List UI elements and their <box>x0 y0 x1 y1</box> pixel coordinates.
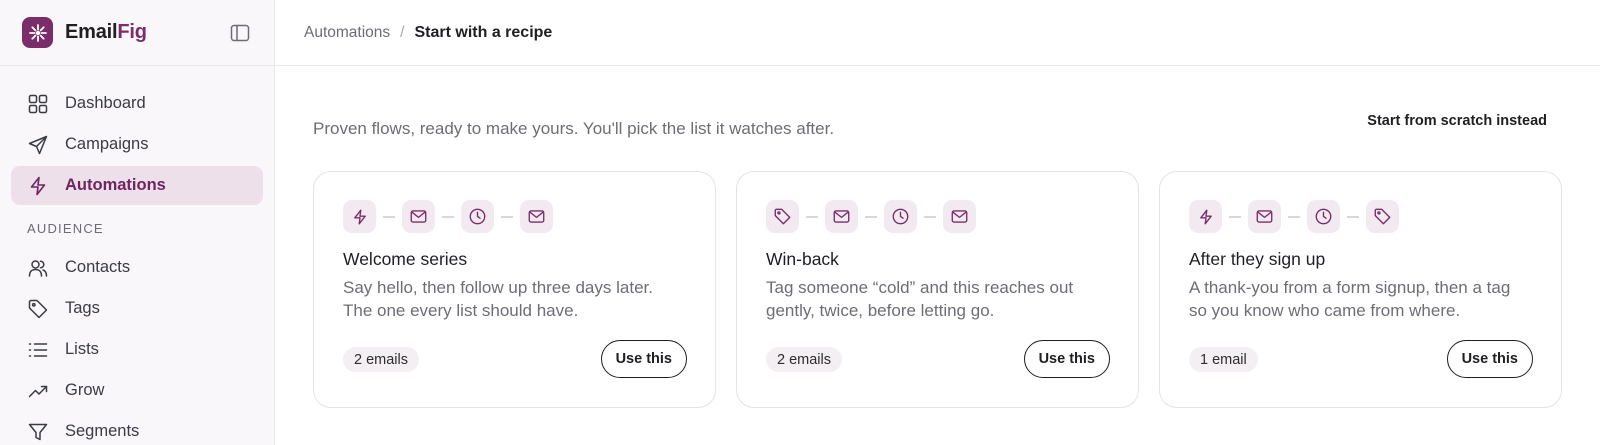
recipe-flow <box>343 200 687 233</box>
intro-text: Proven flows, ready to make yours. You'l… <box>313 119 835 138</box>
sidebar-item-label: Contacts <box>65 258 131 276</box>
recipe-card-after-they-sign-up: After they sign up A thank-you from a fo… <box>1159 171 1562 408</box>
use-recipe-button[interactable]: Use this <box>600 340 687 378</box>
brand-name-main: Email <box>65 21 118 43</box>
flow-connector <box>806 215 818 218</box>
flower-logo-icon <box>22 17 53 48</box>
mail-icon <box>520 200 553 233</box>
flow-connector <box>924 215 936 218</box>
mail-icon <box>943 200 976 233</box>
list-icon <box>27 339 49 361</box>
sidebar-item-label: Segments <box>65 422 140 440</box>
app-root: EmailFig Dashboard Campaigns Automations… <box>0 0 1600 445</box>
brand-name-accent: Fig <box>117 21 147 43</box>
start-from-scratch-link[interactable]: Start from scratch instead <box>1367 113 1547 129</box>
mail-icon <box>825 200 858 233</box>
flow-connector <box>501 215 513 218</box>
flow-connector <box>865 215 877 218</box>
flow-connector <box>383 215 395 218</box>
sidebar-item-segments[interactable]: Segments <box>11 412 263 445</box>
clock-icon <box>1307 200 1340 233</box>
recipe-card-win-back: Win-back Tag someone “cold” and this rea… <box>736 171 1139 408</box>
bolt-icon <box>343 200 376 233</box>
recipe-card-welcome-series: Welcome series Say hello, then follow up… <box>313 171 716 408</box>
use-recipe-button[interactable]: Use this <box>1023 340 1110 378</box>
flow-connector <box>1347 215 1359 218</box>
page-title: Start with a recipe <box>414 23 553 41</box>
bolt-icon <box>1189 200 1222 233</box>
sidebar-item-contacts[interactable]: Contacts <box>11 248 263 287</box>
sidebar-item-label: Grow <box>65 381 105 399</box>
sidebar-item-label: Campaigns <box>65 135 149 153</box>
recipe-title: Welcome series <box>343 249 468 269</box>
filter-icon <box>27 421 49 443</box>
mail-icon <box>1248 200 1281 233</box>
sidebar: EmailFig Dashboard Campaigns Automations… <box>0 0 275 445</box>
sidebar-item-campaigns[interactable]: Campaigns <box>11 125 263 164</box>
breadcrumb: Automations / Start with a recipe <box>275 0 1600 66</box>
breadcrumb-separator: / <box>400 23 405 41</box>
trending-up-icon <box>27 380 49 402</box>
recipe-title: After they sign up <box>1189 249 1326 269</box>
tag-icon <box>1366 200 1399 233</box>
sidebar-toggle-button[interactable] <box>229 22 251 44</box>
users-icon <box>27 257 49 279</box>
email-count-badge: 1 email <box>1189 347 1258 372</box>
sidebar-item-tags[interactable]: Tags <box>11 289 263 328</box>
sidebar-nav: Dashboard Campaigns Automations AUDIENCE… <box>0 66 274 445</box>
recipe-title: Win-back <box>766 249 839 269</box>
sidebar-item-label: Tags <box>65 299 100 317</box>
use-recipe-button[interactable]: Use this <box>1446 340 1533 378</box>
tag-icon <box>27 298 49 320</box>
recipe-cards: Welcome series Say hello, then follow up… <box>313 171 1562 408</box>
main-content: Automations / Start with a recipe Proven… <box>275 0 1600 445</box>
flow-connector <box>1288 215 1300 218</box>
flow-connector <box>1229 215 1241 218</box>
sidebar-item-label: Lists <box>65 340 99 358</box>
send-icon <box>27 134 49 156</box>
grid-icon <box>27 93 49 115</box>
mail-icon <box>402 200 435 233</box>
recipe-description: Tag someone “cold” and this reaches out … <box>766 278 1074 320</box>
sidebar-item-grow[interactable]: Grow <box>11 371 263 410</box>
sidebar-panel-icon <box>230 24 250 42</box>
recipe-description: Say hello, then follow up three days lat… <box>343 278 653 320</box>
sidebar-section-label: AUDIENCE <box>27 221 104 236</box>
sidebar-item-label: Automations <box>65 176 166 194</box>
sidebar-item-automations[interactable]: Automations <box>11 166 263 205</box>
recipe-flow <box>1189 200 1533 233</box>
clock-icon <box>461 200 494 233</box>
sidebar-item-dashboard[interactable]: Dashboard <box>11 84 263 123</box>
sidebar-item-label: Dashboard <box>65 94 146 112</box>
tag-icon <box>766 200 799 233</box>
breadcrumb-automations-link[interactable]: Automations <box>304 24 390 42</box>
bolt-icon <box>27 175 49 197</box>
recipe-flow <box>766 200 1110 233</box>
clock-icon <box>884 200 917 233</box>
flow-connector <box>442 215 454 218</box>
recipe-description: A thank-you from a form signup, then a t… <box>1189 278 1511 320</box>
brand-name: EmailFig <box>65 21 147 44</box>
email-count-badge: 2 emails <box>343 347 419 372</box>
sidebar-item-lists[interactable]: Lists <box>11 330 263 369</box>
email-count-badge: 2 emails <box>766 347 842 372</box>
